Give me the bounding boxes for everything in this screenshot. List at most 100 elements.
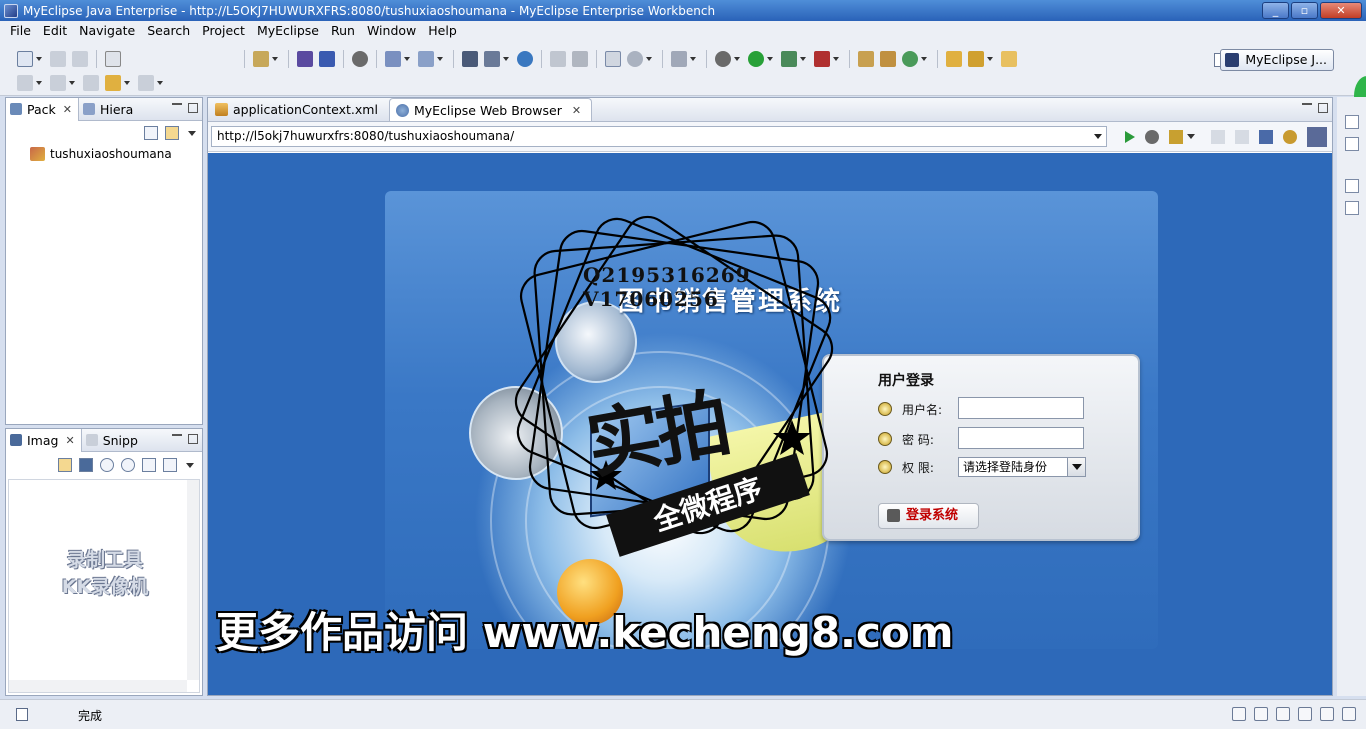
wizard-icon[interactable]: [385, 51, 401, 67]
minimize-editor-icon[interactable]: [1302, 103, 1312, 106]
favorites-chevron-down-icon[interactable]: [1187, 134, 1195, 139]
restore-icon[interactable]: [1344, 179, 1359, 193]
debug-icon[interactable]: [715, 51, 731, 67]
menu-run[interactable]: Run: [325, 21, 361, 41]
zoom-in-icon[interactable]: [121, 458, 135, 472]
horizontal-scrollbar[interactable]: [9, 680, 187, 692]
open-folder-icon[interactable]: [946, 51, 962, 67]
go-icon[interactable]: [1125, 130, 1135, 143]
search-tool-icon[interactable]: [418, 51, 434, 67]
tree-item-project[interactable]: tushuxiaoshoumana: [6, 145, 202, 163]
new-package-icon[interactable]: [880, 51, 896, 67]
vertical-scrollbar[interactable]: [187, 480, 199, 680]
login-submit-button[interactable]: 登录系统: [878, 503, 979, 529]
tasks-icon[interactable]: [1276, 707, 1290, 721]
back-history-icon[interactable]: [550, 51, 566, 67]
external-tools-icon[interactable]: [814, 51, 830, 67]
menu-project[interactable]: Project: [196, 21, 251, 41]
actual-size-icon[interactable]: [142, 458, 156, 472]
properties-icon[interactable]: [1342, 707, 1356, 721]
new-project-icon[interactable]: [253, 51, 269, 67]
minimize-view-icon[interactable]: [172, 434, 182, 437]
browser-settings-icon[interactable]: [1307, 126, 1327, 147]
role-select[interactable]: 请选择登陆身份: [958, 457, 1086, 477]
chevron-down-icon[interactable]: [1067, 458, 1085, 476]
menu-search[interactable]: Search: [141, 21, 196, 41]
menu-help[interactable]: Help: [422, 21, 463, 41]
menu-window[interactable]: Window: [361, 21, 422, 41]
menu-file[interactable]: File: [4, 21, 37, 41]
fast-view-icon[interactable]: [16, 708, 28, 721]
save-icon[interactable]: [50, 51, 66, 67]
last-edit-icon[interactable]: [83, 75, 99, 91]
lock-icon[interactable]: [352, 51, 368, 67]
collapse-all-icon[interactable]: [144, 126, 158, 140]
close-icon[interactable]: ✕: [572, 104, 581, 117]
deploy-icon[interactable]: [297, 51, 313, 67]
back-icon[interactable]: [105, 75, 121, 91]
forward-arrow-icon[interactable]: [1235, 129, 1249, 144]
link-icon[interactable]: [58, 458, 72, 472]
maximize-view-icon[interactable]: [188, 434, 198, 444]
console-icon[interactable]: [1344, 137, 1359, 151]
open-type-icon[interactable]: [462, 51, 478, 67]
maximize-editor-icon[interactable]: [1318, 103, 1328, 113]
maximize-view-icon[interactable]: [188, 103, 198, 113]
maximize-button[interactable]: ▫: [1291, 2, 1318, 19]
perspective-myeclipse-button[interactable]: MyEclipse J...: [1220, 49, 1334, 71]
server-icon[interactable]: [319, 51, 335, 67]
close-button[interactable]: ✕: [1320, 2, 1362, 19]
binary-icon[interactable]: [105, 51, 121, 67]
username-input[interactable]: [958, 397, 1084, 419]
outline-icon[interactable]: [1344, 201, 1359, 215]
build-icon[interactable]: [572, 51, 588, 67]
run-icon[interactable]: [748, 51, 764, 67]
open-resource-icon[interactable]: [484, 51, 500, 67]
tab-snippets[interactable]: Snipp: [82, 429, 144, 452]
tab-web-browser[interactable]: MyEclipse Web Browser ✕: [388, 98, 593, 121]
camera-icon[interactable]: [671, 51, 687, 67]
fit-icon[interactable]: [163, 458, 177, 472]
password-input[interactable]: [958, 427, 1084, 449]
view-menu-chevron-down-icon[interactable]: [188, 130, 196, 136]
tab-application-context[interactable]: applicationContext.xml: [208, 98, 389, 121]
problems-icon[interactable]: [1298, 707, 1312, 721]
refresh-icon[interactable]: [1283, 129, 1297, 144]
restore-icon[interactable]: [1344, 115, 1359, 129]
new-java-project-icon[interactable]: [858, 51, 874, 67]
servers-icon[interactable]: [1254, 707, 1268, 721]
pin-icon[interactable]: [968, 51, 984, 67]
new-class-icon[interactable]: [902, 51, 918, 67]
new-icon[interactable]: [17, 51, 33, 67]
open-file-icon[interactable]: [1001, 51, 1017, 67]
globe-icon[interactable]: [517, 51, 533, 67]
tab-image-viewer[interactable]: Imag ✕: [6, 428, 82, 452]
url-input[interactable]: http://l5okj7huwurxfrs:8080/tushuxiaosho…: [211, 126, 1107, 147]
next-annotation-icon[interactable]: [50, 75, 66, 91]
debug-browser-icon[interactable]: [1145, 129, 1159, 144]
task-icon[interactable]: [605, 51, 621, 67]
web-icon[interactable]: [627, 51, 643, 67]
back-arrow-icon[interactable]: [1211, 129, 1225, 144]
view-menu-chevron-down-icon[interactable]: [186, 462, 194, 468]
tab-hierarchy[interactable]: Hiera: [79, 98, 139, 121]
url-history-chevron-down-icon[interactable]: [1094, 134, 1102, 139]
menu-myeclipse[interactable]: MyEclipse: [251, 21, 325, 41]
run-config-icon[interactable]: [781, 51, 797, 67]
annotation-icon[interactable]: [17, 75, 33, 91]
menu-navigate[interactable]: Navigate: [73, 21, 141, 41]
link-with-editor-icon[interactable]: [165, 126, 179, 140]
minimize-button[interactable]: _: [1262, 2, 1289, 19]
minimize-view-icon[interactable]: [172, 103, 182, 106]
monitor-icon[interactable]: [1320, 707, 1334, 721]
print-icon[interactable]: [72, 51, 88, 67]
restore-icon[interactable]: [1232, 707, 1246, 721]
close-icon[interactable]: ✕: [65, 434, 74, 447]
zoom-out-icon[interactable]: [100, 458, 114, 472]
tab-package-explorer[interactable]: Pack ✕: [6, 97, 79, 121]
forward-icon[interactable]: [138, 75, 154, 91]
image-icon[interactable]: [79, 458, 93, 472]
favorites-icon[interactable]: [1169, 129, 1183, 144]
menu-edit[interactable]: Edit: [37, 21, 73, 41]
stop-icon[interactable]: [1259, 129, 1273, 144]
